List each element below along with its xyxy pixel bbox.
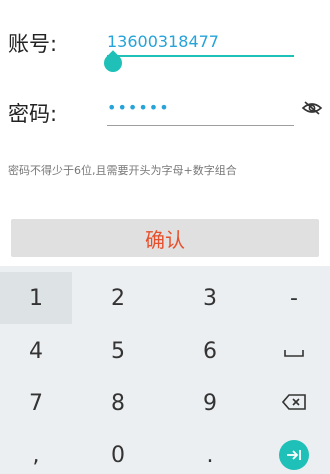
password-input-underline: [107, 125, 294, 126]
toggle-visibility-icon[interactable]: [301, 100, 323, 116]
key-8[interactable]: 8: [82, 377, 154, 429]
key-space[interactable]: [258, 325, 330, 377]
password-label: 密码:: [8, 102, 58, 126]
numeric-keyboard: 1 2 3 - 4 5 6 7 8 9 , 0 .: [0, 266, 330, 474]
key-1[interactable]: 1: [0, 272, 72, 324]
key-6[interactable]: 6: [174, 325, 246, 377]
password-input[interactable]: ••••••: [107, 94, 294, 134]
account-input-value[interactable]: 13600318477: [107, 32, 219, 51]
key-3[interactable]: 3: [174, 272, 246, 324]
password-hint: 密码不得少于6位,且需要开头为字母+数字组合: [8, 164, 237, 177]
password-input-value[interactable]: ••••••: [107, 98, 170, 117]
key-minus[interactable]: -: [258, 272, 330, 324]
password-row: 密码: ••••••: [0, 94, 330, 134]
key-7[interactable]: 7: [0, 377, 72, 429]
backspace-icon: [281, 391, 306, 416]
account-input-underline: [107, 55, 294, 57]
account-label: 账号:: [8, 32, 58, 56]
account-row: 账号: 13600318477: [0, 24, 330, 76]
key-0[interactable]: 0: [82, 429, 154, 474]
account-input[interactable]: 13600318477: [107, 24, 294, 74]
key-5[interactable]: 5: [82, 325, 154, 377]
key-backspace[interactable]: [258, 377, 330, 429]
space-icon: [284, 339, 304, 364]
key-9[interactable]: 9: [174, 377, 246, 429]
key-2[interactable]: 2: [82, 272, 154, 324]
key-4[interactable]: 4: [0, 325, 72, 377]
enter-icon: [279, 440, 309, 470]
confirm-button[interactable]: 确认: [11, 219, 319, 257]
key-enter[interactable]: [258, 429, 330, 474]
key-dot[interactable]: .: [174, 429, 246, 474]
key-comma[interactable]: ,: [0, 429, 72, 474]
